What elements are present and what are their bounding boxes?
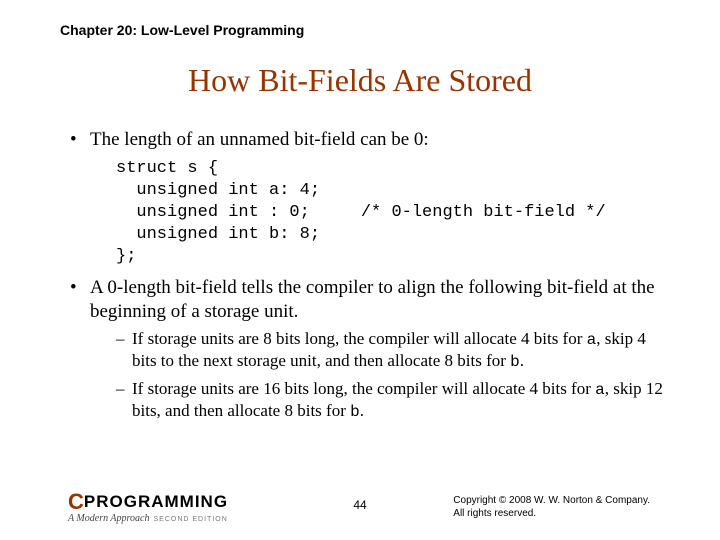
bullet-2-text: A 0-length bit-field tells the compiler … — [90, 277, 655, 322]
var-b-2: b — [350, 403, 360, 421]
dash-item-2: If storage units are 16 bits long, the c… — [116, 378, 670, 422]
var-a-2: a — [595, 381, 605, 399]
logo-edition: SECOND EDITION — [153, 516, 227, 523]
copyright: Copyright © 2008 W. W. Norton & Company.… — [453, 494, 650, 520]
dash1-part-c: . — [520, 351, 524, 370]
bullet-item-2: A 0-length bit-field tells the compiler … — [70, 276, 670, 422]
chapter-label: Chapter 20: Low-Level Programming — [60, 22, 304, 38]
var-b: b — [510, 353, 520, 371]
bullet-item-1: The length of an unnamed bit-field can b… — [70, 128, 670, 268]
logo-subtitle: A Modern Approach SECOND EDITION — [68, 513, 228, 524]
slide-content: The length of an unnamed bit-field can b… — [70, 128, 670, 428]
code-block: struct s { unsigned int a: 4; unsigned i… — [116, 158, 670, 268]
dash-item-1: If storage units are 8 bits long, the co… — [116, 328, 670, 372]
slide: Chapter 20: Low-Level Programming How Bi… — [0, 0, 720, 540]
dash2-part-a: If storage units are 16 bits long, the c… — [132, 379, 595, 398]
bullet-1-text: The length of an unnamed bit-field can b… — [90, 129, 429, 150]
copyright-line-1: Copyright © 2008 W. W. Norton & Company. — [453, 494, 650, 507]
dash-list: If storage units are 8 bits long, the co… — [90, 328, 670, 422]
var-a: a — [587, 331, 597, 349]
logo-approach: A Modern Approach — [68, 513, 149, 524]
copyright-line-2: All rights reserved. — [453, 507, 650, 520]
dash1-part-a: If storage units are 8 bits long, the co… — [132, 329, 587, 348]
slide-title: How Bit-Fields Are Stored — [0, 62, 720, 99]
dash2-part-c: . — [360, 401, 364, 420]
bullet-list: The length of an unnamed bit-field can b… — [70, 128, 670, 422]
